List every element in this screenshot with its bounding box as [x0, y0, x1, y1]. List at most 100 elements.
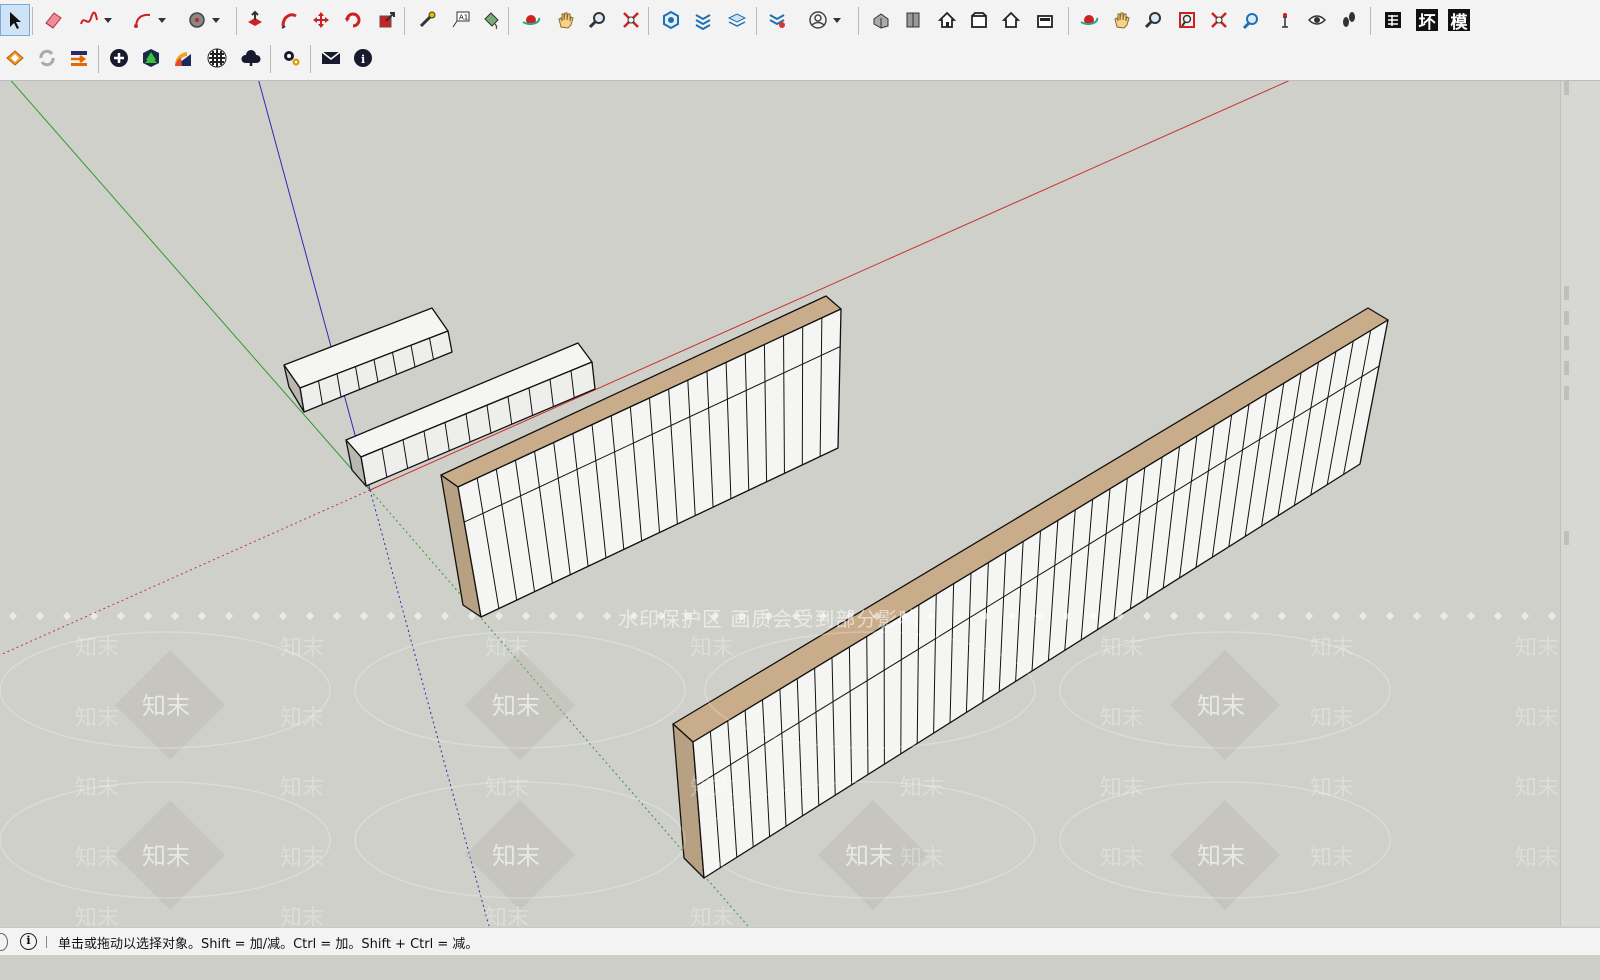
position-camera-button[interactable] [1270, 4, 1300, 36]
plugin-huan-icon: 坏 [1416, 9, 1438, 33]
status-indicator-icon[interactable] [0, 933, 8, 951]
gear-icon [284, 51, 300, 66]
text-label-icon: A1 [452, 11, 470, 28]
layers-button[interactable] [722, 4, 752, 36]
text-tool-button[interactable]: A1 [446, 4, 476, 36]
zoom-tool-button[interactable] [582, 4, 612, 36]
look-around-button[interactable] [1302, 4, 1332, 36]
toolbar-separator [404, 7, 405, 35]
toolbar-separator [1068, 7, 1069, 35]
info-icon[interactable]: i [20, 933, 37, 950]
plugin-huan-button[interactable]: 坏 [1412, 4, 1442, 36]
toolbar-separator [236, 7, 237, 35]
grid-table-icon [1385, 12, 1401, 28]
orbit-icon [522, 15, 541, 25]
left-view-button[interactable] [1030, 4, 1060, 36]
plugin-orange-button[interactable] [0, 42, 30, 74]
right-view-button[interactable] [964, 4, 994, 36]
right-side-panel-edge[interactable] [1560, 81, 1600, 926]
zoom-tool-2-button[interactable] [1138, 4, 1168, 36]
move-tool-button[interactable] [306, 4, 336, 36]
previous-view-button[interactable] [1236, 4, 1266, 36]
left-view-icon [1037, 15, 1053, 28]
paint-bucket-tool-button[interactable] [476, 4, 506, 36]
tree-button[interactable] [136, 42, 166, 74]
sunset-icon [175, 52, 191, 66]
refresh-icon [39, 49, 55, 67]
info-button[interactable]: i [348, 42, 378, 74]
material-button[interactable] [202, 42, 232, 74]
zoom-window-button[interactable] [1172, 4, 1202, 36]
arrow-cursor-icon [10, 12, 21, 29]
cloud-upload-icon [241, 50, 261, 66]
eye-icon [1307, 15, 1327, 25]
iso-view-button[interactable] [866, 4, 896, 36]
chevron-down-icon[interactable] [212, 18, 220, 23]
warehouse-icon [663, 10, 679, 30]
chevron-down-icon[interactable] [158, 18, 166, 23]
toolbar-separator [32, 7, 33, 35]
layers-icon [727, 13, 747, 27]
push-pull-tool-button[interactable] [240, 4, 270, 36]
model-viewport[interactable]: 知末 知末 知末 知末 知末 知末 知末 知末 知末 知末 知末 知末 知末 知末 知末 知末 知末 知末 知末 知末… [0, 81, 1560, 926]
sunset-button[interactable] [168, 42, 198, 74]
pan-tool-2-button[interactable] [1106, 4, 1136, 36]
status-divider [46, 936, 47, 948]
refresh-button[interactable] [32, 42, 62, 74]
settings-button[interactable] [276, 42, 306, 74]
toolbar-separator [756, 7, 757, 35]
back-view-button[interactable] [996, 4, 1026, 36]
front-house-icon [937, 11, 957, 28]
warehouse-button[interactable] [656, 4, 686, 36]
top-view-icon [906, 12, 920, 28]
account-button[interactable] [803, 4, 833, 36]
mail-button[interactable] [316, 42, 346, 74]
freehand-tool-button[interactable] [74, 4, 104, 36]
zoom-window-icon [1179, 12, 1195, 28]
toolbar-area: A1 坏模 i [0, 0, 1600, 81]
svg-text:A1: A1 [459, 14, 468, 22]
tape-measure-tool-button[interactable] [412, 4, 442, 36]
footsteps-icon [1343, 12, 1355, 27]
extension-manager-button[interactable] [762, 4, 792, 36]
arc-tool-button[interactable] [128, 4, 158, 36]
status-message: 单击或拖动以选择对象。Shift = 加/减。Ctrl = 加。Shift + … [58, 937, 479, 952]
front-view-button[interactable] [932, 4, 962, 36]
zoom-extents-2-button[interactable] [1204, 4, 1234, 36]
scale-tool-button[interactable] [372, 4, 402, 36]
select-tool-button[interactable] [0, 4, 30, 36]
plugin-grid-button[interactable] [1378, 4, 1408, 36]
plugin-mo-button[interactable]: 模 [1444, 4, 1474, 36]
chevron-down-icon[interactable] [104, 18, 112, 23]
plus-circle-icon [110, 49, 128, 67]
watermark-banner: 水印保护区 画质会受到部分影响 [618, 607, 920, 631]
svg-text:i: i [361, 53, 365, 66]
extension-warehouse-button[interactable] [688, 4, 718, 36]
chevron-down-icon[interactable] [833, 18, 841, 23]
orbit-tool-2-button[interactable] [1074, 4, 1104, 36]
scene-svg[interactable] [0, 81, 1560, 926]
follow-me-tool-button[interactable] [274, 4, 304, 36]
back-house-icon [1001, 11, 1021, 28]
small-box-1[interactable] [283, 307, 453, 413]
add-button[interactable] [104, 42, 134, 74]
top-view-button[interactable] [898, 4, 928, 36]
panel-notch [1564, 531, 1569, 545]
panel-notch [1564, 361, 1569, 375]
toolbar-separator [98, 45, 99, 73]
eraser-tool-button[interactable] [38, 4, 68, 36]
pan-tool-button[interactable] [550, 4, 580, 36]
wall-panel-1[interactable] [440, 295, 842, 618]
circle-tool-button[interactable] [182, 4, 212, 36]
magnifier-icon [588, 12, 605, 29]
toolbar-separator [648, 7, 649, 35]
rotate-tool-button[interactable] [338, 4, 368, 36]
walk-button[interactable] [1334, 4, 1364, 36]
transfer-button[interactable] [64, 42, 94, 74]
follow-me-icon [281, 13, 297, 29]
orbit-tool-button[interactable] [516, 4, 546, 36]
zoom-extents-button[interactable] [616, 4, 646, 36]
cloud-upload-button[interactable] [236, 42, 266, 74]
info-icon: i [354, 49, 372, 67]
tape-measure-icon [419, 11, 436, 28]
